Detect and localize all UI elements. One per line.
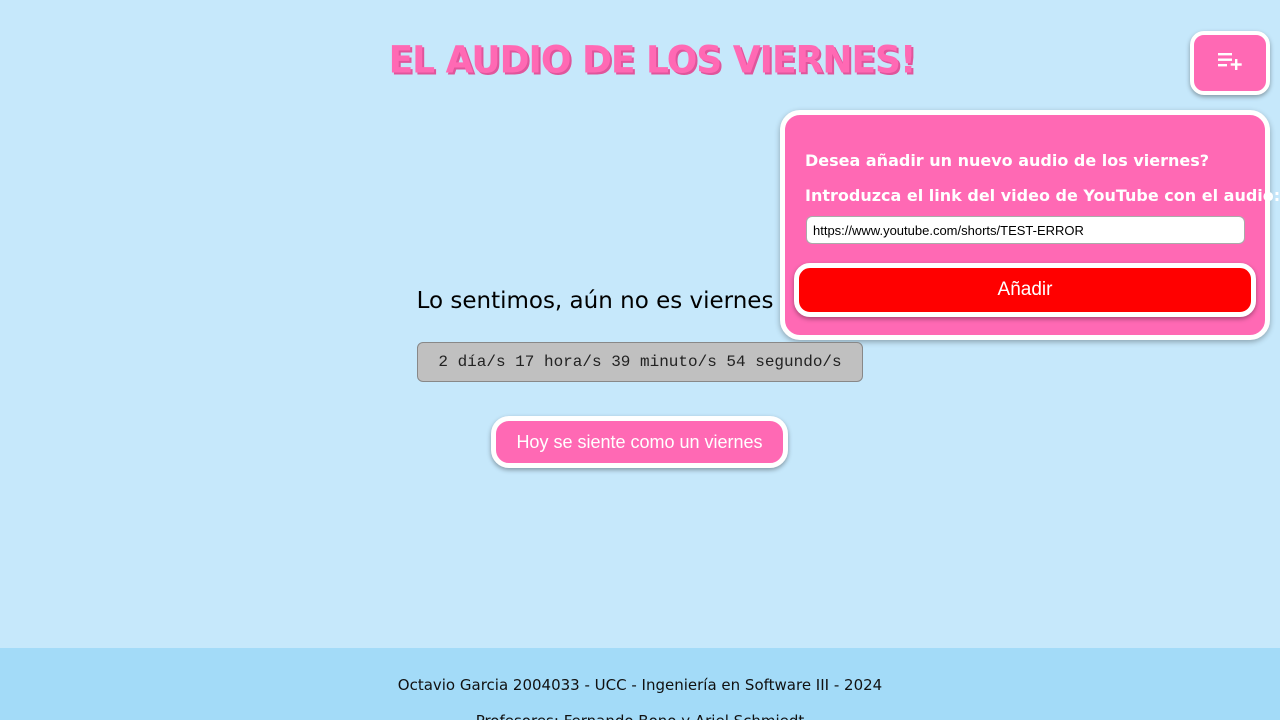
not-friday-message: Lo sentimos, aún no es viernes (416, 288, 774, 314)
youtube-url-input[interactable] (806, 216, 1245, 244)
feels-like-friday-button[interactable]: Hoy se siente como un viernes (491, 416, 788, 468)
footer: Octavio Garcia 2004033 - UCC - Ingenierí… (0, 648, 1280, 720)
footer-credit: Octavio Garcia 2004033 - UCC - Ingenierí… (397, 676, 883, 694)
popup-instruction: Introduzca el link del video de YouTube … (805, 186, 1280, 205)
countdown-timer: 2 día/s 17 hora/s 39 minuto/s 54 segundo… (417, 342, 863, 382)
popup-question: Desea añadir un nuevo audio de los viern… (805, 151, 1210, 170)
footer-professors: Profesores: Fernando Bono y Ariel Schmie… (0, 712, 1280, 720)
page-title: EL AUDIO DE LOS VIERNES! (388, 38, 917, 83)
playlist-add-icon (1217, 50, 1243, 77)
add-audio-menu-button[interactable] (1190, 31, 1270, 95)
